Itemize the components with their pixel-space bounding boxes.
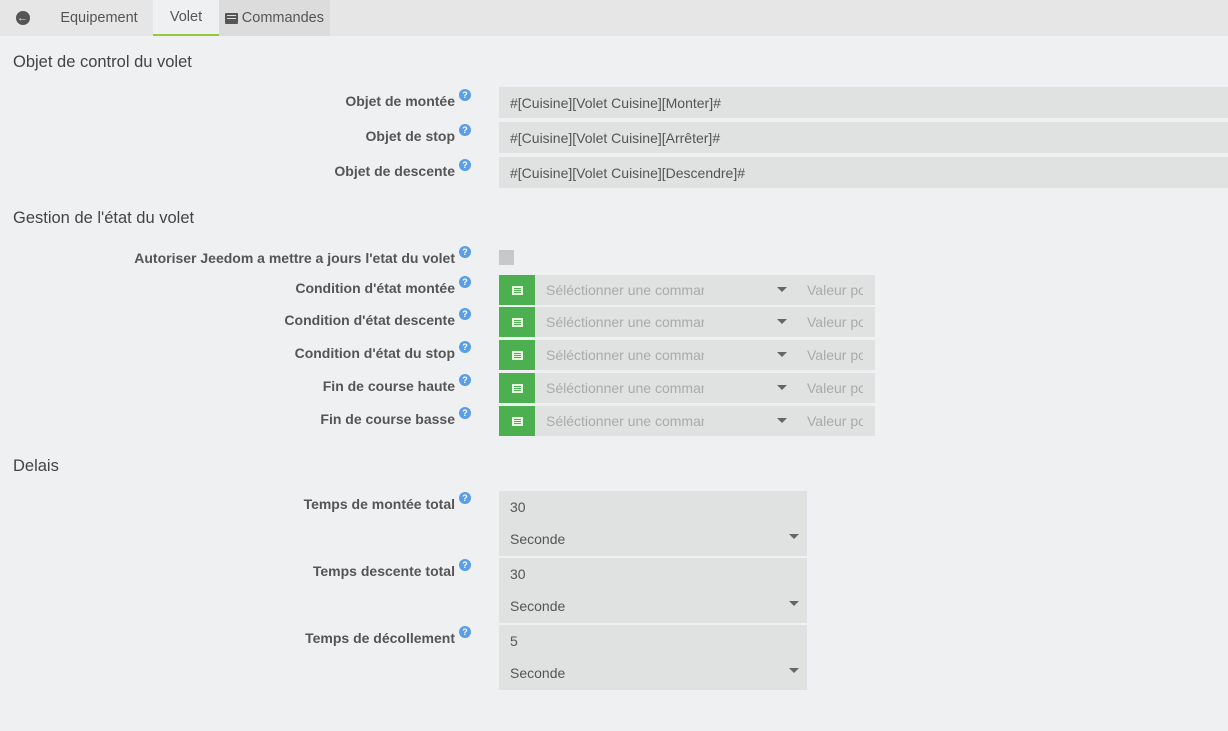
control-label: Objet de descente — [334, 163, 455, 179]
delay-value-input[interactable]: 30 — [510, 566, 526, 582]
control-label: Objet de montée — [345, 93, 455, 109]
condition-label: Condition d'état montée — [295, 280, 455, 296]
delay-value-input[interactable]: 30 — [510, 499, 526, 515]
condition-label: Condition d'état du stop — [294, 345, 455, 361]
help-icon[interactable]: ? — [459, 407, 471, 419]
section-control-title: Objet de control du volet — [13, 53, 192, 71]
value-placeholder: Valeur pour — [807, 282, 863, 298]
list-icon — [511, 350, 523, 360]
command-select[interactable]: Séléctionner une commande — [535, 340, 795, 370]
tab-bar: ← Equipement Volet Commandes — [0, 0, 1228, 36]
caret-down-icon — [777, 287, 787, 292]
select-command-button[interactable] — [499, 275, 535, 305]
value-input[interactable]: Valeur pour — [795, 373, 875, 403]
tab-commandes[interactable]: Commandes — [219, 0, 330, 36]
list-icon — [511, 285, 523, 295]
help-icon[interactable]: ? — [459, 246, 471, 258]
help-icon[interactable]: ? — [459, 492, 471, 504]
list-icon — [511, 416, 523, 426]
arrow-left-icon: ← — [15, 11, 30, 25]
section-delais-title: Delais — [13, 457, 59, 475]
help-icon[interactable]: ? — [459, 276, 471, 288]
caret-down-icon — [777, 319, 787, 324]
caret-down-icon — [777, 385, 787, 390]
select-placeholder: Séléctionner une commande — [546, 347, 704, 363]
value-input[interactable]: Valeur pour — [795, 307, 875, 337]
delay-field: 5 Seconde — [499, 625, 807, 690]
autoriser-label: Autoriser Jeedom a mettre a jours l'etat… — [134, 250, 455, 266]
list-icon — [225, 12, 238, 24]
delay-field: 30 Seconde — [499, 558, 807, 623]
list-icon — [511, 317, 523, 327]
select-placeholder: Séléctionner une commande — [546, 380, 704, 396]
delay-field: 30 Seconde — [499, 491, 807, 556]
help-icon[interactable]: ? — [459, 374, 471, 386]
list-icon — [511, 383, 523, 393]
select-placeholder: Séléctionner une commande — [546, 314, 704, 330]
help-icon[interactable]: ? — [459, 308, 471, 320]
help-icon[interactable]: ? — [459, 559, 471, 571]
value-input[interactable]: Valeur pour — [795, 406, 875, 436]
control-input[interactable]: #[Cuisine][Volet Cuisine][Arrêter]# — [499, 122, 1228, 153]
caret-down-icon — [789, 534, 799, 539]
value-placeholder: Valeur pour — [807, 347, 863, 363]
value-placeholder: Valeur pour — [807, 413, 863, 429]
back-button[interactable]: ← — [0, 0, 45, 36]
select-placeholder: Séléctionner une commande — [546, 413, 704, 429]
value-input[interactable]: Valeur pour — [795, 275, 875, 305]
value-placeholder: Valeur pour — [807, 380, 863, 396]
delay-label: Temps de décollement — [305, 630, 455, 646]
command-select[interactable]: Séléctionner une commande — [535, 406, 795, 436]
help-icon[interactable]: ? — [459, 159, 471, 171]
delay-label: Temps descente total — [312, 563, 455, 579]
command-select[interactable]: Séléctionner une commande — [535, 275, 795, 305]
tab-commandes-label: Commandes — [241, 10, 324, 26]
caret-down-icon — [789, 601, 799, 606]
condition-label: Condition d'état descente — [284, 312, 455, 328]
section-etat-title: Gestion de l'état du volet — [13, 209, 195, 227]
delay-value-input[interactable]: 5 — [510, 633, 518, 649]
select-command-button[interactable] — [499, 307, 535, 337]
delay-label: Temps de montée total — [303, 496, 455, 512]
select-command-button[interactable] — [499, 340, 535, 370]
caret-down-icon — [777, 352, 787, 357]
select-command-button[interactable] — [499, 406, 535, 436]
select-placeholder: Séléctionner une commande — [546, 282, 704, 298]
command-select[interactable]: Séléctionner une commande — [535, 373, 795, 403]
condition-label: Fin de course basse — [320, 411, 455, 427]
delay-unit-select[interactable]: Seconde — [510, 598, 565, 614]
delay-unit-select[interactable]: Seconde — [510, 531, 565, 547]
tab-volet[interactable]: Volet — [153, 0, 219, 36]
command-select[interactable]: Séléctionner une commande — [535, 307, 795, 337]
control-label: Objet de stop — [365, 128, 455, 144]
help-icon[interactable]: ? — [459, 124, 471, 136]
caret-down-icon — [777, 418, 787, 423]
help-icon[interactable]: ? — [459, 626, 471, 638]
control-input[interactable]: #[Cuisine][Volet Cuisine][Descendre]# — [499, 157, 1228, 188]
tab-equipement[interactable]: Equipement — [45, 0, 153, 36]
value-input[interactable]: Valeur pour — [795, 340, 875, 370]
autoriser-checkbox[interactable] — [499, 250, 514, 265]
help-icon[interactable]: ? — [459, 341, 471, 353]
delay-unit-select[interactable]: Seconde — [510, 665, 565, 681]
control-input[interactable]: #[Cuisine][Volet Cuisine][Monter]# — [499, 87, 1228, 118]
caret-down-icon — [789, 668, 799, 673]
select-command-button[interactable] — [499, 373, 535, 403]
value-placeholder: Valeur pour — [807, 314, 863, 330]
help-icon[interactable]: ? — [459, 89, 471, 101]
condition-label: Fin de course haute — [322, 378, 455, 394]
